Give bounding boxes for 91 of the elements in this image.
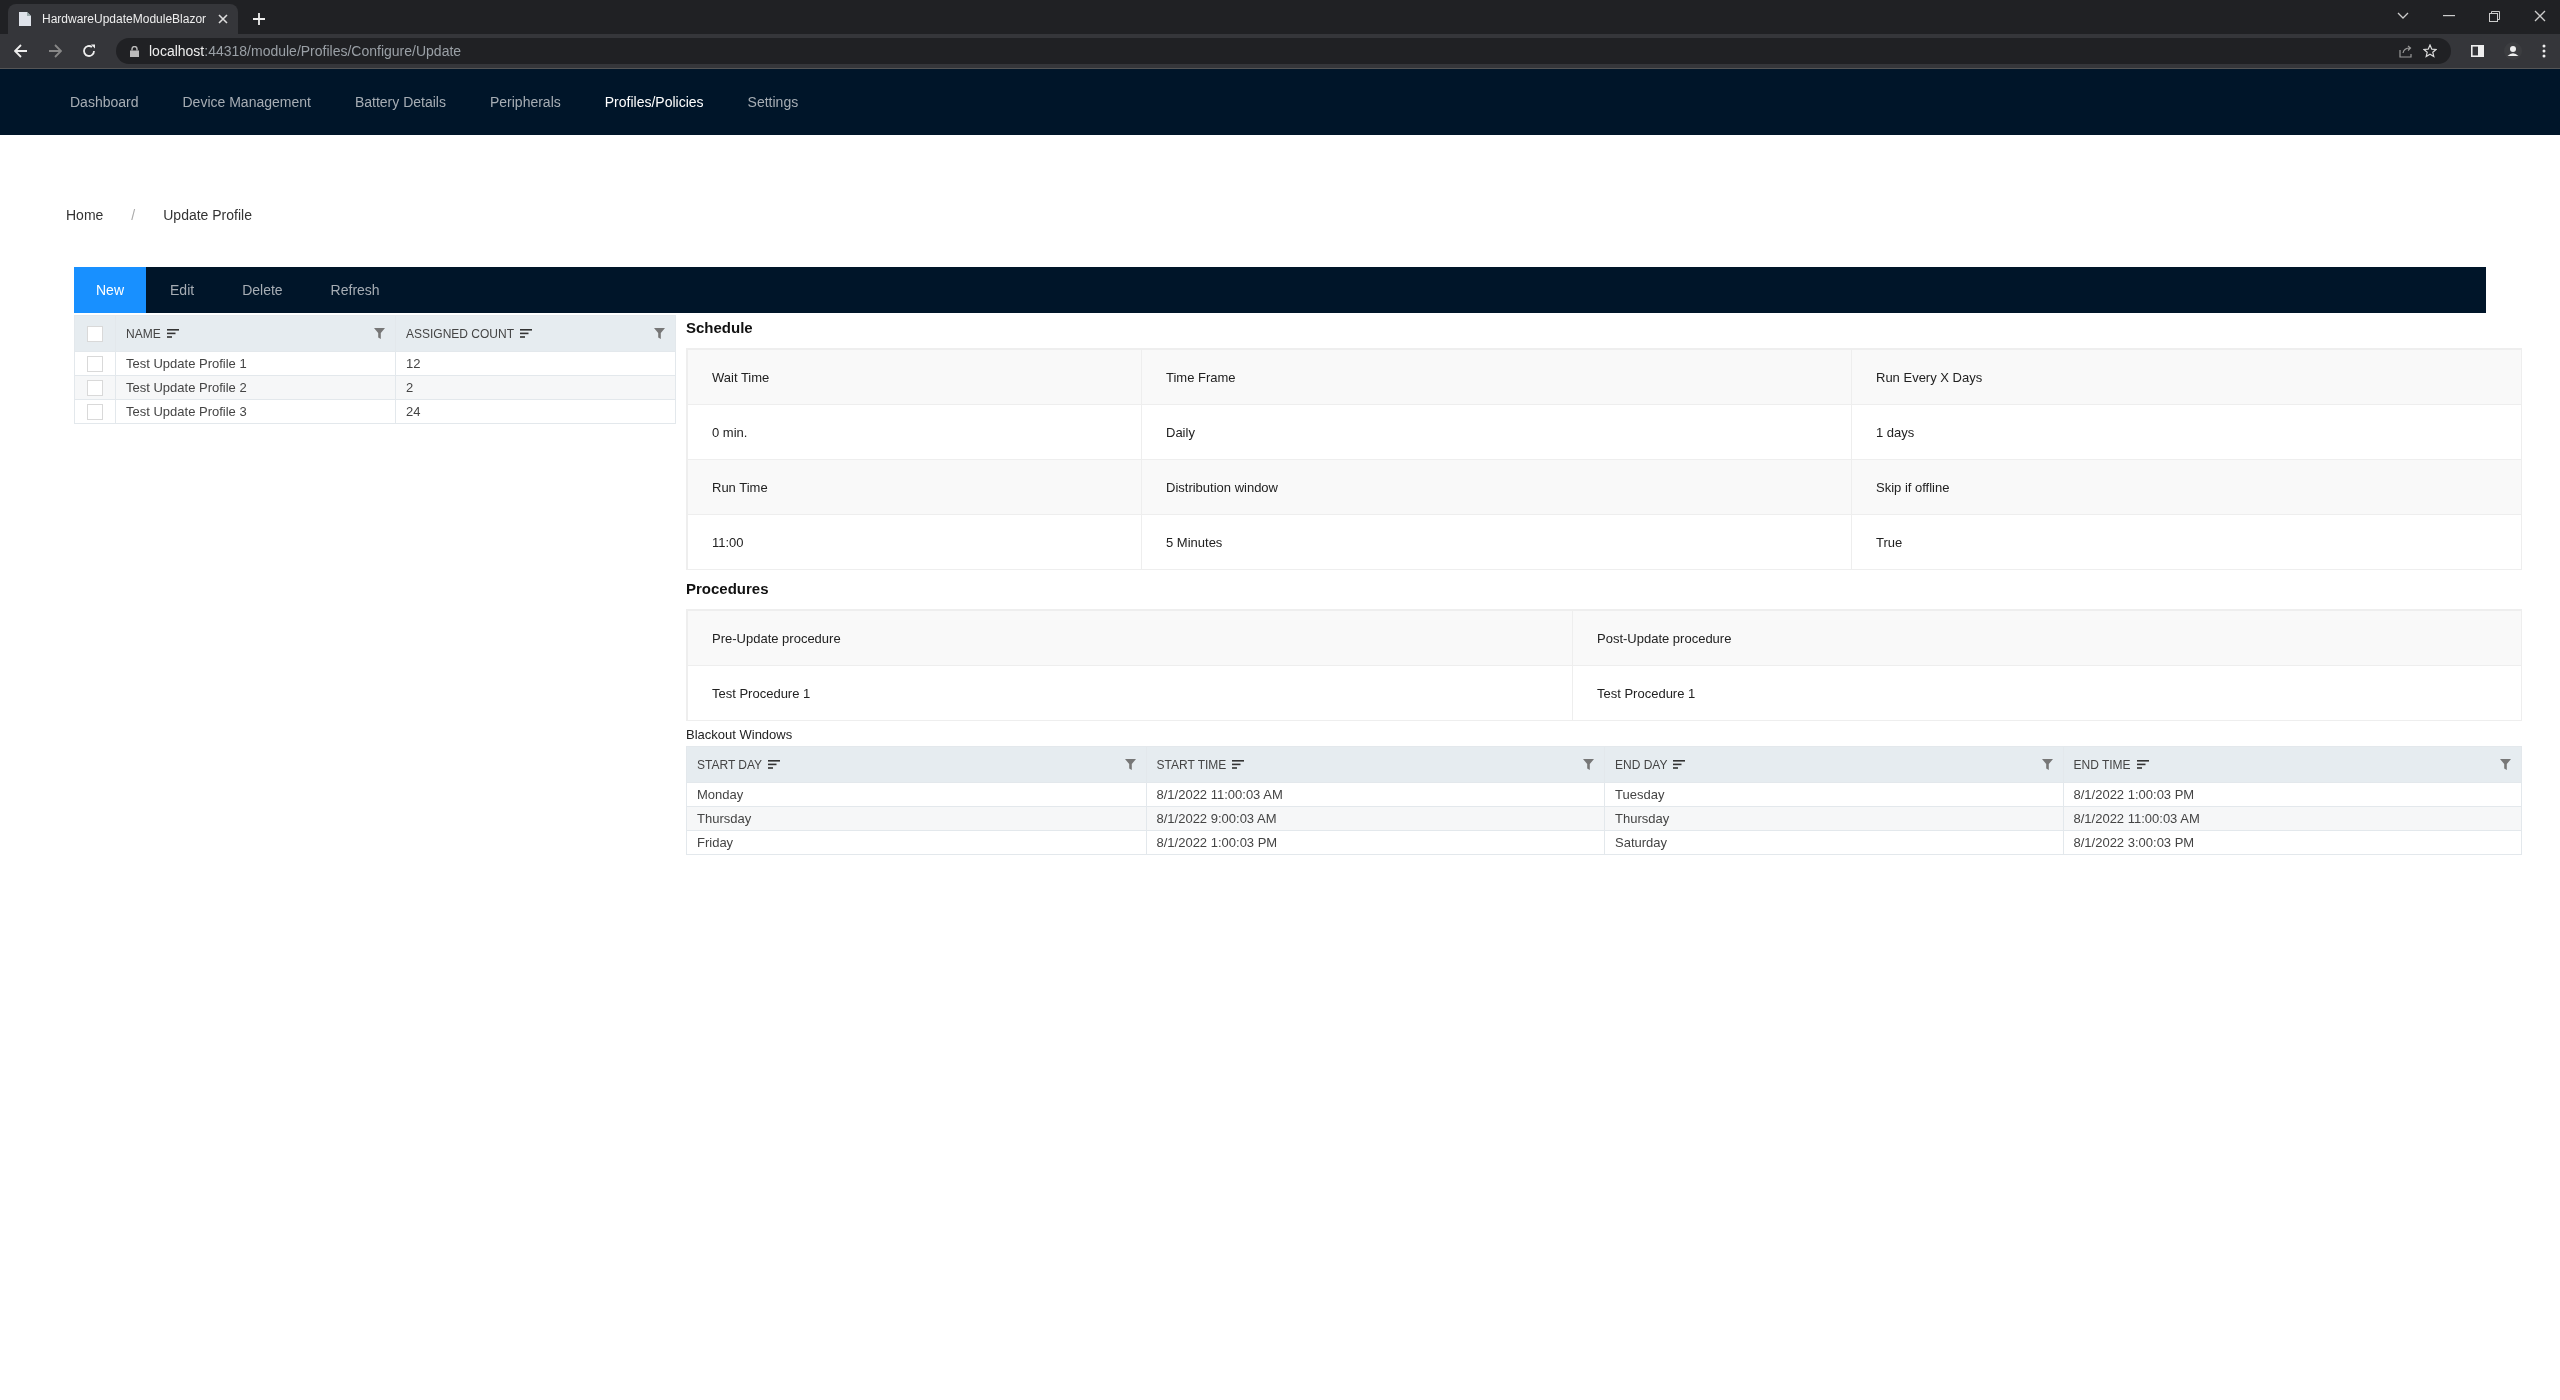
table-cell: Test Procedure 1 (712, 685, 811, 701)
toolbar-button[interactable]: Delete (218, 267, 307, 313)
toolbar-button[interactable]: Edit (146, 267, 219, 313)
nav-link[interactable]: Settings (747, 94, 799, 110)
table-cell: Test Procedure 1 (1597, 685, 1696, 701)
table-cell: 8/1/2022 3:00:03 PM (2073, 835, 2195, 850)
checkbox[interactable] (87, 355, 103, 372)
table-cell: 0 min. (712, 424, 748, 440)
lock-icon (130, 45, 139, 57)
nav-link[interactable]: Dashboard (70, 94, 139, 110)
checkbox[interactable] (87, 325, 103, 342)
column-header[interactable]: END TIME (2073, 757, 2131, 772)
close-icon[interactable] (218, 14, 228, 24)
table-cell: Monday (697, 787, 744, 802)
restore-icon[interactable] (2489, 10, 2500, 22)
sort-icon[interactable] (1673, 760, 1686, 769)
table-cell: 5 Minutes (1166, 534, 1223, 550)
table-cell: Distribution window (1166, 479, 1278, 495)
back-icon[interactable] (14, 44, 28, 58)
breadcrumb-separator: / (131, 207, 136, 225)
table-cell: 2 (406, 380, 414, 395)
column-header[interactable]: NAME (126, 326, 161, 341)
table-cell: 8/1/2022 1:00:03 PM (2073, 787, 2195, 802)
nav-link[interactable]: Battery Details (354, 94, 446, 110)
table-cell: Run Every X Days (1876, 369, 1983, 385)
sort-icon[interactable] (520, 329, 532, 338)
chevron-down-icon[interactable] (2397, 12, 2409, 20)
checkbox[interactable] (87, 379, 103, 396)
sort-icon[interactable] (2136, 760, 2149, 769)
sort-icon[interactable] (768, 760, 781, 769)
table-cell: True (1876, 534, 1903, 550)
table-cell: 8/1/2022 1:00:03 PM (1156, 835, 1278, 850)
section-title: Procedures (686, 579, 770, 599)
tab-title: HardwareUpdateModuleBlazor (42, 12, 208, 26)
table-cell: Test Update Profile 3 (126, 404, 247, 419)
nav-link[interactable]: Device Management (182, 94, 311, 110)
star-icon[interactable] (2423, 44, 2437, 58)
column-header[interactable]: END DAY (1615, 757, 1668, 772)
table-cell: 8/1/2022 11:00:03 AM (2073, 811, 2200, 826)
table-cell: Post-Update procedure (1597, 630, 1732, 646)
filter-icon[interactable] (654, 328, 665, 339)
page-icon (18, 11, 32, 27)
minimize-icon[interactable] (2443, 15, 2455, 17)
filter-icon[interactable] (1124, 759, 1136, 770)
blackout-windows-label: Blackout Windows (686, 727, 794, 742)
table-cell: Tuesday (1615, 787, 1665, 802)
table-cell: 12 (406, 356, 421, 371)
table-cell: 8/1/2022 9:00:03 AM (1156, 811, 1277, 826)
table-cell: 24 (406, 404, 421, 419)
close-icon[interactable] (2534, 10, 2546, 22)
menu-icon[interactable] (2542, 44, 2546, 58)
table-cell: 11:00 (712, 534, 744, 550)
table-cell: Thursday (697, 811, 752, 826)
table-cell: 8/1/2022 11:00:03 AM (1156, 787, 1283, 802)
table-cell: Run Time (712, 479, 768, 495)
nav-link[interactable]: Peripherals (489, 94, 561, 110)
share-icon[interactable] (2399, 44, 2413, 58)
table-cell: Saturday (1615, 835, 1668, 850)
table-cell: Thursday (1615, 811, 1670, 826)
section-title: Schedule (686, 318, 754, 338)
table-cell: Daily (1166, 424, 1195, 440)
filter-icon[interactable] (1583, 759, 1594, 770)
new-tab-icon[interactable] (252, 12, 266, 26)
table-cell: Skip if offline (1876, 479, 1950, 495)
breadcrumb-link[interactable]: Update Profile (163, 207, 252, 227)
table-cell: Pre-Update procedure (712, 630, 841, 646)
sort-icon[interactable] (166, 329, 179, 338)
profile-icon[interactable] (2504, 42, 2522, 60)
nav-link[interactable]: Profiles/Policies (604, 94, 704, 110)
table-cell: Friday (697, 835, 734, 850)
checkbox[interactable] (87, 403, 103, 420)
filter-icon[interactable] (374, 328, 385, 339)
toolbar-button[interactable]: Refresh (306, 267, 404, 313)
url-text: localhost:44318/module/Profiles/Configure/Update (149, 43, 462, 59)
table-cell: Time Frame (1166, 369, 1236, 385)
table-cell: Test Update Profile 2 (126, 380, 247, 395)
column-header[interactable]: ASSIGNED COUNT (406, 326, 514, 341)
column-header[interactable]: START DAY (697, 757, 763, 772)
column-header[interactable]: START TIME (1156, 757, 1227, 772)
table-cell: Test Update Profile 1 (126, 356, 247, 371)
forward-icon[interactable] (48, 44, 62, 58)
side-panel-icon[interactable] (2471, 45, 2484, 57)
address-field[interactable]: localhost:44318/module/Profiles/Configure/Update (116, 38, 2451, 64)
reload-icon[interactable] (82, 44, 96, 58)
table-cell: 1 days (1876, 424, 1915, 440)
filter-icon[interactable] (2500, 759, 2511, 770)
breadcrumb-link[interactable]: Home (66, 207, 104, 227)
sort-icon[interactable] (1232, 760, 1245, 769)
filter-icon[interactable] (2041, 759, 2053, 770)
browser-tab[interactable]: HardwareUpdateModuleBlazor (8, 4, 238, 34)
table-cell: Wait Time (712, 369, 770, 385)
